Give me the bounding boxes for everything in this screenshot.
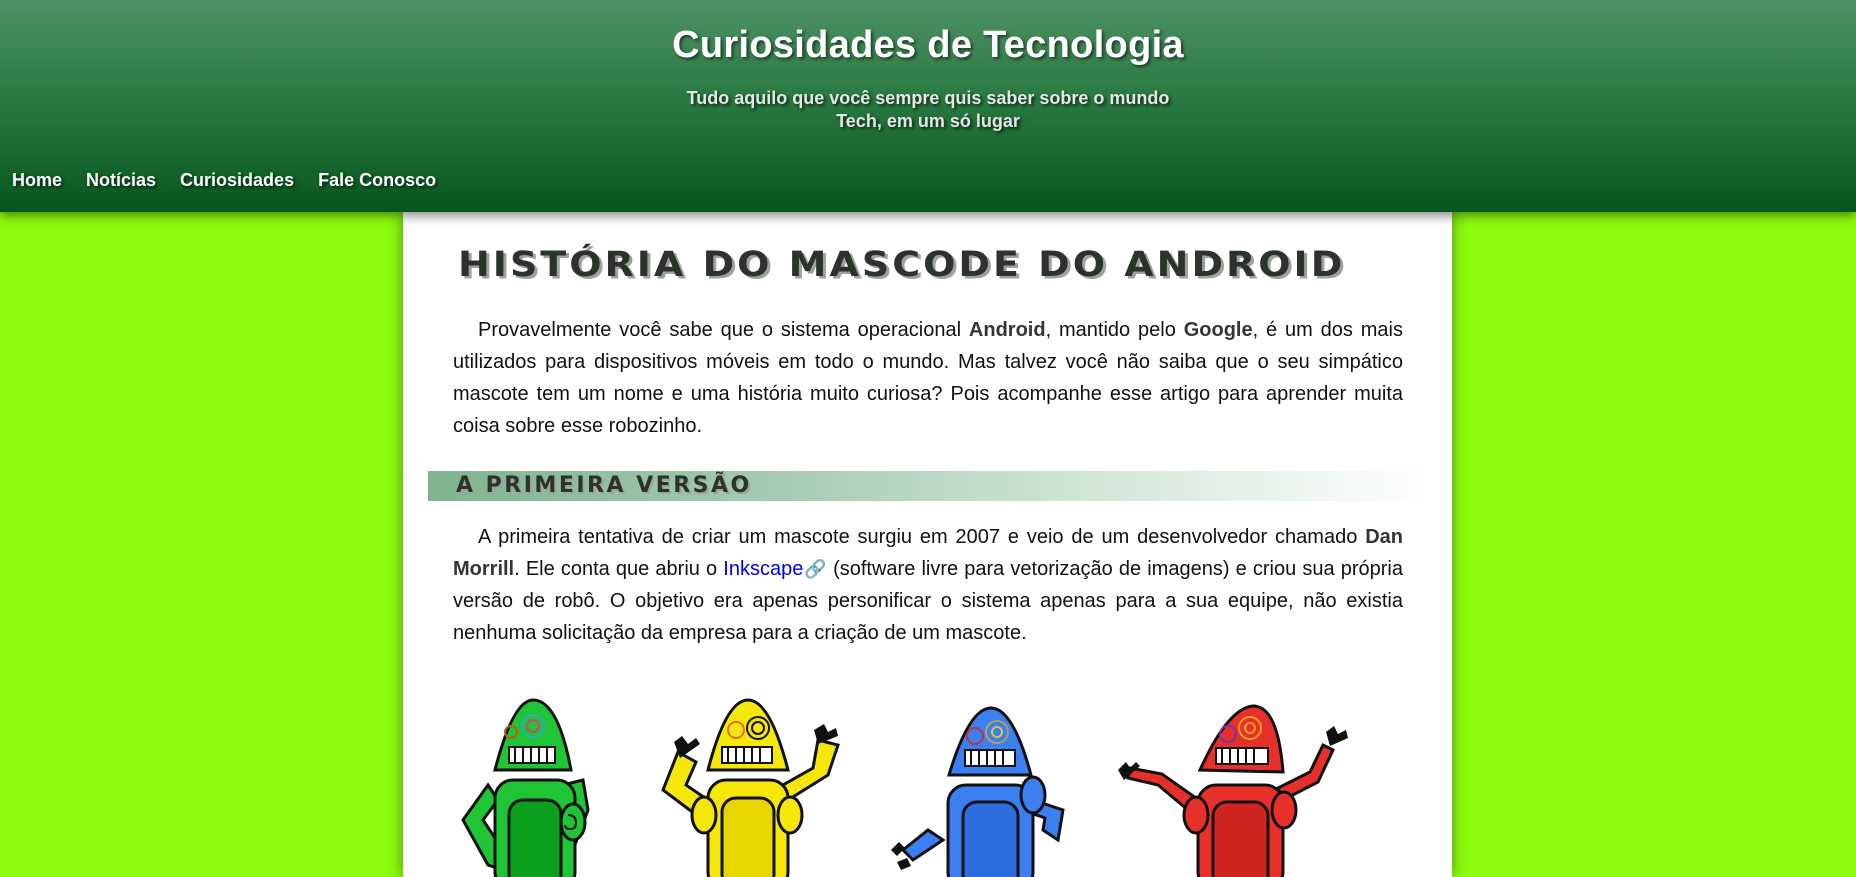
link-icon: 🔗 [803, 559, 827, 579]
robot-green [461, 698, 590, 877]
section-title: A Primeira Versão [456, 473, 752, 498]
intro-text-1: Provavelmente você sabe que o sistema op… [478, 319, 969, 341]
robot-red [1118, 704, 1348, 877]
robot-yellow [661, 698, 840, 877]
robot-mascots-illustration [461, 698, 1348, 877]
main-nav: Home Notícias Curiosidades Fale Conosco [12, 170, 436, 191]
robot-blue [891, 706, 1065, 877]
intro-bold-google: Google [1183, 319, 1253, 341]
intro-text-2: , mantido pelo [1045, 319, 1184, 341]
article-title: História do Mascode do Android [458, 243, 1346, 285]
nav-fale-conosco[interactable]: Fale Conosco [318, 170, 436, 191]
site-title: Curiosidades de Tecnologia [672, 24, 1184, 66]
nav-curiosidades[interactable]: Curiosidades [180, 170, 294, 191]
article-content: História do Mascode do Android Provavelm… [403, 212, 1452, 877]
nav-noticias[interactable]: Notícias [86, 170, 156, 191]
inkscape-link[interactable]: Inkscape [723, 558, 803, 580]
site-subtitle: Tudo aquilo que você sempre quis saber s… [686, 88, 1170, 131]
section-paragraph: A primeira tentativa de criar um mascote… [453, 521, 1403, 649]
site-header: Curiosidades de Tecnologia Tudo aquilo q… [0, 0, 1856, 212]
section-text-1: A primeira tentativa de criar um mascote… [478, 526, 1366, 548]
section-heading-band: A Primeira Versão [428, 471, 1428, 501]
intro-paragraph: Provavelmente você sabe que o sistema op… [453, 314, 1403, 442]
section-text-2: . Ele conta que abriu o [514, 558, 724, 580]
intro-bold-android: Android [968, 319, 1046, 341]
nav-home[interactable]: Home [12, 170, 62, 191]
